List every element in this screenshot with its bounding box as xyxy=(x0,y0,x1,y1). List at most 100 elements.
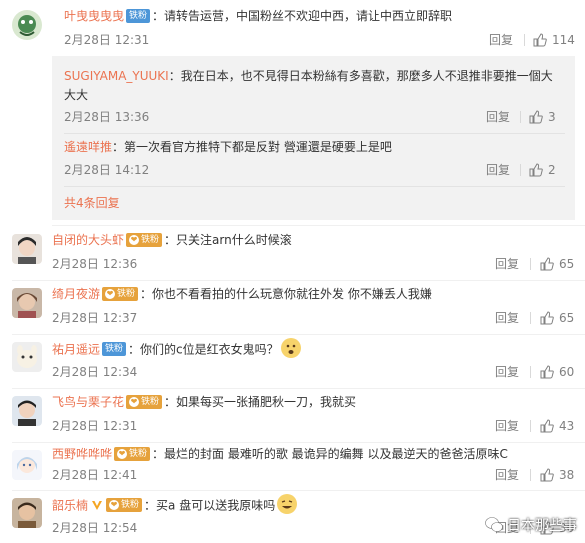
thumbs-up-icon xyxy=(529,110,543,124)
like-count: 65 xyxy=(559,311,575,325)
level-icon: ❤ xyxy=(129,234,140,245)
sub-reply-text: ：我在日本，也不見得日本粉絲有多喜歡，那麼多人不退推非要推一個大 xyxy=(168,69,553,83)
like-button[interactable]: 65 xyxy=(540,256,574,272)
comment-date: 2月28日 12:54 xyxy=(52,521,138,535)
level-icon: ❤ xyxy=(105,288,116,299)
comment-date: 2月28日 12:36 xyxy=(52,257,138,271)
separator xyxy=(530,312,531,324)
fan-badge[interactable]: ❤ 铁粉 xyxy=(126,232,163,247)
reply-button[interactable]: 回复 xyxy=(486,109,510,125)
comment-item: 叶曳曳曳曳 铁粉 ：请转告运营，中国粉丝不欢迎中西，请让中西立即辞职 2月28日 1… xyxy=(0,0,585,222)
watermark: 日本那些事 xyxy=(485,515,577,535)
separator xyxy=(530,258,531,270)
level-icon: ❤ xyxy=(129,396,140,407)
divider xyxy=(64,133,565,134)
reply-button[interactable]: 回复 xyxy=(495,256,519,272)
reply-button[interactable]: 回复 xyxy=(495,418,519,434)
vip-v-icon xyxy=(90,498,104,512)
like-button[interactable]: 65 xyxy=(540,310,574,326)
avatar[interactable] xyxy=(12,498,42,528)
fan-badge-label: 铁粉 xyxy=(121,500,140,510)
comment-line: 自闭的大头虾 ❤ 铁粉 ：只关注arn什么时候滚 xyxy=(52,232,292,248)
fan-badge[interactable]: ❤ 铁粉 xyxy=(126,394,163,409)
username[interactable]: 遙遠咩推 xyxy=(64,140,112,154)
separator xyxy=(530,366,531,378)
separator xyxy=(524,34,525,46)
like-button[interactable]: 43 xyxy=(540,418,574,434)
comment-line: 祐月遥远 铁粉 ：你们的c位是红衣女鬼吗？ xyxy=(52,338,301,360)
more-replies-link[interactable]: 共4条回复 xyxy=(64,194,120,211)
separator xyxy=(520,164,521,176)
sub-reply-text: ：第一次看官方推特下都是反對 營運還是硬要上是吧 xyxy=(112,140,392,154)
thumbs-up-icon xyxy=(533,33,547,47)
username[interactable]: 绮月夜游 xyxy=(52,287,100,301)
like-button[interactable]: 60 xyxy=(540,364,574,380)
comment-line: 飞鸟与栗子花 ❤ 铁粉 ：如果每买一张捅肥秋一刀，我就买 xyxy=(52,394,356,410)
reply-button[interactable]: 回复 xyxy=(489,32,513,48)
comment-text: ：如果每买一张捅肥秋一刀，我就买 xyxy=(164,395,357,409)
comment-date: 2月28日 12:37 xyxy=(52,311,138,325)
like-button[interactable]: 2 xyxy=(529,162,556,178)
level-icon: ❤ xyxy=(117,448,128,459)
like-count: 65 xyxy=(559,257,575,271)
avatar[interactable] xyxy=(12,342,42,372)
fan-badge[interactable]: ❤ 铁粉 xyxy=(102,286,139,301)
like-count: 60 xyxy=(559,365,575,379)
fan-badge[interactable]: ❤ 铁粉 xyxy=(114,446,151,461)
comment-line: 韶乐楠 ❤ 铁粉 ：买a 盘可以送我原味吗 xyxy=(52,494,298,516)
reply-button[interactable]: 回复 xyxy=(495,310,519,326)
like-button[interactable]: 114 xyxy=(533,32,575,48)
comment-item: 自闭的大头虾 ❤ 铁粉 ：只关注arn什么时候滚 2月28日 12:36 回复 65 xyxy=(0,226,585,280)
sub-reply-line: 遙遠咩推：第一次看官方推特下都是反對 營運還是硬要上是吧 xyxy=(64,139,392,155)
username[interactable]: SUGIYAMA_YUUKI xyxy=(64,69,169,83)
separator xyxy=(530,469,531,481)
reply-button[interactable]: 回复 xyxy=(486,162,510,178)
avatar[interactable] xyxy=(12,234,42,264)
comment-date: 2月28日 12:41 xyxy=(52,468,138,482)
divider xyxy=(64,186,565,187)
level-icon: ❤ xyxy=(109,500,120,510)
fan-badge[interactable]: 铁粉 xyxy=(102,342,127,356)
thumbs-up-icon xyxy=(540,257,554,271)
avatar[interactable] xyxy=(12,396,42,426)
fan-badge[interactable]: ❤ 铁粉 xyxy=(106,498,143,512)
comment-text: ：最烂的封面 最难听的歌 最诡异的编舞 以及最逆天的爸爸活原味C xyxy=(152,447,508,461)
reply-button[interactable]: 回复 xyxy=(495,467,519,483)
avatar[interactable] xyxy=(12,10,42,40)
like-button[interactable]: 3 xyxy=(529,109,556,125)
like-count: 43 xyxy=(559,419,575,433)
thumbs-up-icon xyxy=(529,163,543,177)
like-button[interactable]: 38 xyxy=(540,467,574,483)
fan-badge-label: 铁粉 xyxy=(141,234,160,245)
sub-reply-text-cont: 大大 xyxy=(64,88,89,102)
like-count: 114 xyxy=(552,33,575,47)
comment-line: 绮月夜游 ❤ 铁粉 ：你也不看看拍的什么玩意你就往外发 你不嫌丢人我嫌 xyxy=(52,286,432,302)
comment-text: ：请转告运营，中国粉丝不欢迎中西，请让中西立即辞职 xyxy=(152,9,453,23)
separator xyxy=(520,111,521,123)
thumbs-up-icon xyxy=(540,468,554,482)
comment-text: ：你们的c位是红衣女鬼吗？ xyxy=(128,342,279,357)
username[interactable]: 叶曳曳曳曳 xyxy=(64,9,124,23)
sub-reply-line: SUGIYAMA_YUUKI：我在日本，也不見得日本粉絲有多喜歡，那麼多人不退推… xyxy=(64,65,564,87)
username[interactable]: 祐月遥远 xyxy=(52,343,100,357)
username[interactable]: 韶乐楠 xyxy=(52,499,88,513)
username[interactable]: 自闭的大头虾 xyxy=(52,233,124,247)
comment-date: 2月28日 12:31 xyxy=(52,419,138,433)
like-count: 3 xyxy=(548,110,556,124)
avatar[interactable] xyxy=(12,288,42,318)
worried-face-icon xyxy=(280,338,301,358)
username[interactable]: 西野哗哗哗 xyxy=(52,447,112,461)
username[interactable]: 飞鸟与栗子花 xyxy=(52,395,124,409)
comment-item: 西野哗哗哗 ❤ 铁粉 ：最烂的封面 最难听的歌 最诡异的编舞 以及最逆天的爸爸活原味C… xyxy=(0,442,585,492)
thumbs-up-icon xyxy=(540,311,554,325)
comment-date: 2月28日 12:31 xyxy=(64,33,150,47)
like-count: 2 xyxy=(548,163,556,177)
comment-item: 飞鸟与栗子花 ❤ 铁粉 ：如果每买一张捅肥秋一刀，我就买 2月28日 12:31 回复… xyxy=(0,388,585,442)
fan-badge[interactable]: 铁粉 xyxy=(126,8,151,23)
fan-badge-label: 铁粉 xyxy=(129,448,148,459)
fan-badge-label: 铁粉 xyxy=(117,288,136,299)
comment-line: 叶曳曳曳曳 铁粉 ：请转告运营，中国粉丝不欢迎中西，请让中西立即辞职 xyxy=(64,8,452,24)
avatar[interactable] xyxy=(12,450,42,480)
reply-button[interactable]: 回复 xyxy=(495,364,519,380)
thumbs-up-icon xyxy=(540,365,554,379)
